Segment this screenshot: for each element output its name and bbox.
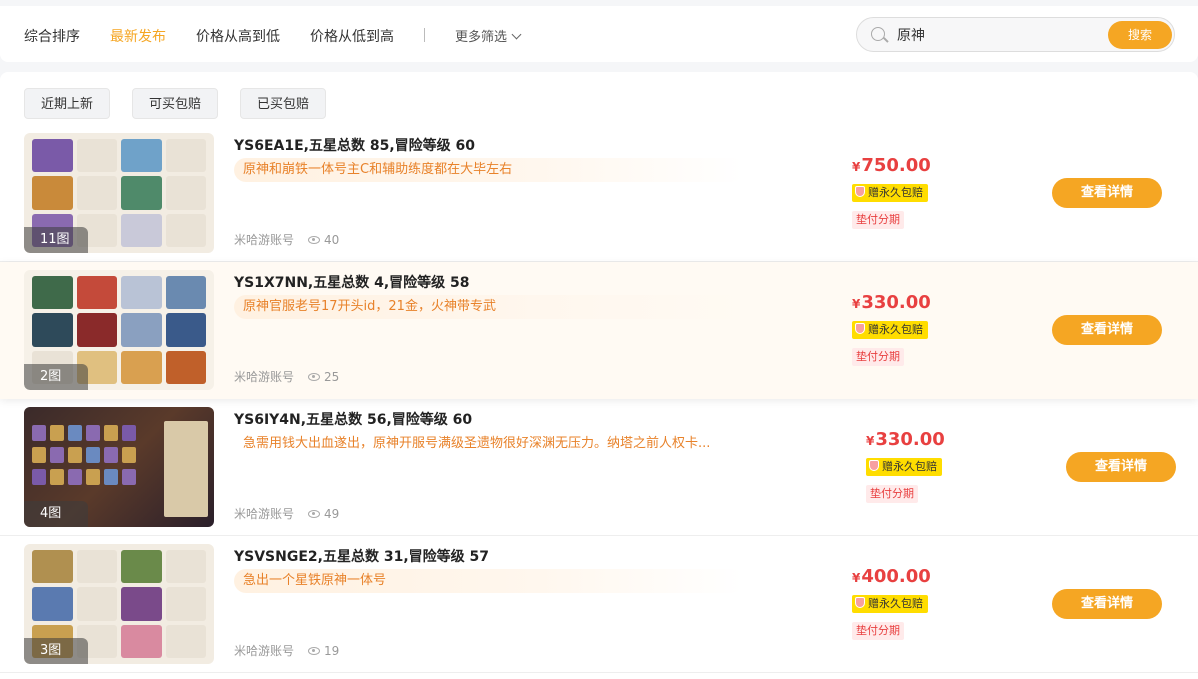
shield-icon bbox=[855, 597, 865, 608]
listing-meta: 米哈游账号 25 bbox=[234, 368, 339, 385]
installment-badge: 垫付分期 bbox=[866, 485, 918, 503]
view-count: 40 bbox=[324, 233, 340, 247]
listing-source: 米哈游账号 bbox=[234, 233, 295, 247]
listing-thumbnail[interactable]: 3图 bbox=[24, 544, 214, 664]
filter-chip-insurable[interactable]: 可买包赔 bbox=[132, 88, 219, 119]
listing-thumbnail[interactable]: 4图 bbox=[24, 407, 214, 527]
eye-icon bbox=[308, 510, 321, 518]
shield-icon bbox=[855, 186, 865, 197]
listing-tagline: 原神官服老号17开头id，21金，火神带专武 bbox=[234, 295, 744, 319]
search-button[interactable]: 搜索 bbox=[1108, 21, 1172, 49]
listing-tagline: 急需用钱大出血遂出，原神开服号满级圣遗物很好深渊无压力。纳塔之前人权卡... bbox=[243, 436, 711, 451]
view-count: 25 bbox=[324, 370, 340, 384]
more-filter-label: 更多筛选 bbox=[455, 30, 508, 45]
divider bbox=[424, 28, 425, 42]
shield-icon bbox=[855, 323, 865, 334]
listing-meta: 米哈游账号 40 bbox=[234, 231, 339, 248]
sort-tab-price-asc[interactable]: 价格从低到高 bbox=[310, 26, 394, 46]
listing-source: 米哈游账号 bbox=[234, 507, 295, 521]
listing-title[interactable]: YSVSNGE2,五星总数 31,冒险等级 57 bbox=[234, 546, 489, 566]
listing-row[interactable]: 3图 YSVSNGE2,五星总数 31,冒险等级 57 急出一个星铁原神一体号 … bbox=[0, 536, 1198, 673]
installment-badge: 垫付分期 bbox=[852, 348, 904, 366]
sort-tab-newest[interactable]: 最新发布 bbox=[110, 26, 166, 46]
listing-row[interactable]: 2图 YS1X7NN,五星总数 4,冒险等级 58 原神官服老号17开头id，2… bbox=[0, 262, 1198, 399]
listing-title[interactable]: YS6EA1E,五星总数 85,冒险等级 60 bbox=[234, 135, 475, 155]
listing-source: 米哈游账号 bbox=[234, 644, 295, 658]
installment-badge: 垫付分期 bbox=[852, 211, 904, 229]
installment-badge: 垫付分期 bbox=[852, 622, 904, 640]
sort-tab-comprehensive[interactable]: 综合排序 bbox=[24, 26, 80, 46]
view-detail-button[interactable]: 查看详情 bbox=[1052, 589, 1162, 619]
insurance-badge: 赠永久包赔 bbox=[852, 595, 928, 613]
chevron-down-icon bbox=[511, 29, 522, 40]
listing-price: ¥750.00 bbox=[852, 155, 931, 176]
filter-chip-insured[interactable]: 已买包赔 bbox=[240, 88, 327, 119]
filter-chip-recent[interactable]: 近期上新 bbox=[24, 88, 111, 119]
listing-title[interactable]: YS6IY4N,五星总数 56,冒险等级 60 bbox=[234, 409, 472, 429]
sort-tab-price-desc[interactable]: 价格从高到低 bbox=[196, 26, 280, 46]
search-box: 搜索 bbox=[856, 17, 1175, 52]
listing-price: ¥330.00 bbox=[866, 429, 945, 450]
insurance-badge: 赠永久包赔 bbox=[866, 458, 942, 476]
eye-icon bbox=[308, 647, 321, 655]
more-filter-dropdown[interactable]: 更多筛选 bbox=[455, 26, 522, 45]
eye-icon bbox=[308, 236, 321, 244]
search-icon bbox=[871, 27, 885, 41]
search-input[interactable] bbox=[897, 24, 1097, 46]
eye-icon bbox=[308, 373, 321, 381]
view-count: 49 bbox=[324, 507, 340, 521]
view-count: 19 bbox=[324, 644, 340, 658]
image-count-badge: 4图 bbox=[24, 501, 88, 527]
listing-row[interactable]: 11图 YS6EA1E,五星总数 85,冒险等级 60 原神和崩铁一体号主C和辅… bbox=[0, 125, 1198, 262]
listing-tagline: 原神和崩铁一体号主C和辅助练度都在大毕左右 bbox=[234, 158, 744, 182]
listing-tagline: 急出一个星铁原神一体号 bbox=[234, 569, 744, 593]
image-count-badge: 11图 bbox=[24, 227, 88, 253]
insurance-badge: 赠永久包赔 bbox=[852, 321, 928, 339]
listing-source: 米哈游账号 bbox=[234, 370, 295, 384]
listing-meta: 米哈游账号 19 bbox=[234, 642, 339, 659]
listing-row[interactable]: 4图 YS6IY4N,五星总数 56,冒险等级 60 急需用钱大出血遂出，原神开… bbox=[0, 399, 1198, 536]
listing-thumbnail[interactable]: 2图 bbox=[24, 270, 214, 390]
listing-price: ¥330.00 bbox=[852, 292, 931, 313]
image-count-badge: 2图 bbox=[24, 364, 88, 390]
shield-icon bbox=[869, 460, 879, 471]
view-detail-button[interactable]: 查看详情 bbox=[1066, 452, 1176, 482]
view-detail-button[interactable]: 查看详情 bbox=[1052, 315, 1162, 345]
insurance-badge: 赠永久包赔 bbox=[852, 184, 928, 202]
listing-thumbnail[interactable]: 11图 bbox=[24, 133, 214, 253]
listing-title[interactable]: YS1X7NN,五星总数 4,冒险等级 58 bbox=[234, 272, 470, 292]
listing-meta: 米哈游账号 49 bbox=[234, 505, 339, 522]
image-count-badge: 3图 bbox=[24, 638, 88, 664]
sort-bar: 综合排序 最新发布 价格从高到低 价格从低到高 更多筛选 搜索 bbox=[0, 6, 1198, 62]
listing-price: ¥400.00 bbox=[852, 566, 931, 587]
view-detail-button[interactable]: 查看详情 bbox=[1052, 178, 1162, 208]
